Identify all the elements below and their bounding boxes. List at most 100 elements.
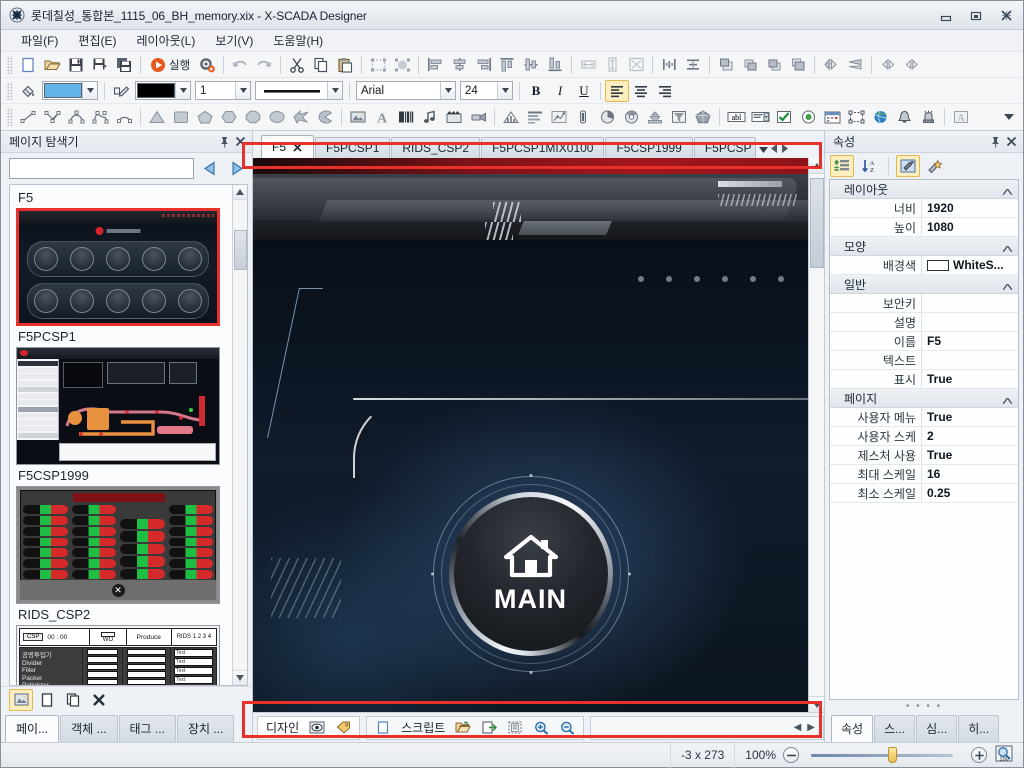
thumbnail-scroll-thumb[interactable] (233, 230, 247, 270)
document-tab-f5pcsp1mix0100[interactable]: F5PCSP1MIX0100 (481, 137, 605, 158)
property-value[interactable]: True (922, 370, 1018, 388)
polygon-chart-icon[interactable] (691, 106, 715, 128)
combobox-icon[interactable] (748, 106, 772, 128)
arrow-shape-icon[interactable] (289, 106, 313, 128)
bring-to-front-icon[interactable] (714, 54, 738, 76)
line-tool-icon[interactable] (16, 106, 40, 128)
property-value[interactable]: 1920 (922, 199, 1018, 217)
rotate-left-icon[interactable] (876, 54, 900, 76)
properties-grid[interactable]: 레이아웃 너비 1920 높이 1080 모양 배경색 WhiteS... 일반… (829, 179, 1019, 700)
bar-chart-icon[interactable] (499, 106, 523, 128)
arc-tool-icon[interactable] (112, 106, 136, 128)
page-search-input[interactable] (9, 158, 194, 179)
tab-properties[interactable]: 속성 (831, 715, 874, 742)
tab-scroll-left-icon[interactable] (770, 142, 778, 156)
scroll-up-icon[interactable] (809, 158, 824, 174)
chevron-up-icon[interactable] (1002, 241, 1013, 255)
property-value[interactable]: True (922, 446, 1018, 464)
document-tab-f5csp1999[interactable]: F5CSP1999 (605, 137, 693, 158)
pie-shape-icon[interactable] (313, 106, 337, 128)
align-right-icon[interactable] (471, 54, 495, 76)
calendar-icon[interactable] (820, 106, 844, 128)
property-row-background-color[interactable]: 배경색 WhiteS... (830, 256, 1018, 275)
tag-icon[interactable] (331, 717, 355, 739)
pie-chart-icon[interactable] (595, 106, 619, 128)
property-events-icon[interactable] (923, 155, 947, 177)
save-all-icon[interactable] (112, 54, 136, 76)
ellipse-tool-icon[interactable] (265, 106, 289, 128)
text-align-center-icon[interactable] (629, 80, 653, 102)
chevron-up-icon[interactable] (1002, 184, 1013, 198)
funnel-up-icon[interactable] (643, 106, 667, 128)
italic-button[interactable]: I (548, 80, 572, 102)
tab-pages[interactable]: 페이... (5, 715, 60, 742)
property-value[interactable]: True (922, 408, 1018, 426)
zoom-out-icon[interactable] (555, 717, 579, 739)
send-to-back-icon[interactable] (786, 54, 810, 76)
page-thumbnail-view-icon[interactable] (9, 688, 33, 711)
same-width-icon[interactable] (576, 54, 600, 76)
hexagon-tool-icon[interactable] (217, 106, 241, 128)
font-size-combo[interactable]: 24 (460, 81, 513, 100)
property-row-min-scale[interactable]: 최소 스케일 0.25 (830, 484, 1018, 503)
textbox-icon[interactable]: abl abl (724, 106, 748, 128)
flip-horizontal-icon[interactable] (819, 54, 843, 76)
script-list-icon[interactable] (503, 717, 527, 739)
align-bottom-icon[interactable] (543, 54, 567, 76)
align-left-icon[interactable] (423, 54, 447, 76)
run-settings-icon[interactable] (195, 54, 219, 76)
delete-page-icon[interactable] (87, 689, 111, 711)
radio-icon[interactable] (796, 106, 820, 128)
minimize-icon[interactable] (931, 5, 961, 27)
property-group-page[interactable]: 페이지 (830, 389, 1018, 408)
font-family-dropdown-icon[interactable] (440, 82, 455, 99)
toolbar-grip[interactable] (6, 55, 13, 74)
curve-tool-icon[interactable] (64, 106, 88, 128)
property-value-row[interactable]: WhiteS... (922, 256, 1018, 274)
design-canvas[interactable]: MAIN (253, 158, 808, 712)
camera-tool-icon[interactable] (466, 106, 490, 128)
property-row-name[interactable]: 이름 F5 (830, 332, 1018, 351)
pentagon-tool-icon[interactable] (193, 106, 217, 128)
list-item[interactable]: ✕ (16, 486, 220, 604)
canvas-scroll-track[interactable] (809, 174, 824, 696)
globe-icon[interactable] (868, 106, 892, 128)
align-center-h-icon[interactable] (447, 54, 471, 76)
property-row-user-menu[interactable]: 사용자 메뉴 True (830, 408, 1018, 427)
tab-devices[interactable]: 장치 ... (176, 715, 235, 742)
export-script-icon[interactable] (477, 717, 501, 739)
zoom-100-icon[interactable]: 100 (995, 745, 1013, 765)
open-script-icon[interactable] (451, 717, 475, 739)
scroll-down-icon[interactable] (232, 670, 247, 685)
rectangle-tool-icon[interactable] (169, 106, 193, 128)
new-document-icon[interactable] (16, 54, 40, 76)
cut-icon[interactable] (285, 54, 309, 76)
triangle-tool-icon[interactable] (145, 106, 169, 128)
pen-icon[interactable] (109, 80, 133, 102)
tab-scroll-right-icon[interactable] (781, 142, 788, 156)
line-width-combo[interactable]: 1 (195, 81, 251, 100)
symbol-library-icon[interactable]: A (949, 106, 973, 128)
zoom-slider-handle[interactable] (888, 747, 897, 763)
document-tab-f5pcsp1[interactable]: F5PCSP1 (315, 137, 391, 158)
thumbnail-scroll-track[interactable] (232, 200, 247, 670)
tab-objects[interactable]: 객체 ... (60, 715, 118, 742)
close-icon[interactable] (991, 5, 1021, 27)
property-row-height[interactable]: 높이 1080 (830, 218, 1018, 237)
toolbar-grip[interactable] (6, 108, 13, 126)
line-color-combo[interactable] (135, 81, 191, 100)
menu-item-view[interactable]: 보기(V) (205, 30, 263, 51)
property-row-security-key[interactable]: 보안키 (830, 294, 1018, 313)
redo-icon[interactable] (252, 54, 276, 76)
close-icon[interactable] (232, 134, 248, 150)
property-row-text[interactable]: 텍스트 (830, 351, 1018, 370)
line-color-dropdown-icon[interactable] (175, 82, 190, 99)
next-arrow-icon[interactable] (226, 159, 246, 179)
toolbar-overflow-icon[interactable] (997, 106, 1021, 128)
distribute-v-icon[interactable] (681, 54, 705, 76)
line-color-swatch[interactable] (136, 83, 175, 98)
script-page-icon[interactable] (371, 717, 395, 739)
line-style-combo[interactable] (255, 81, 343, 100)
tab-script[interactable]: 스... (874, 715, 916, 742)
property-row-visible[interactable]: 표시 True (830, 370, 1018, 389)
